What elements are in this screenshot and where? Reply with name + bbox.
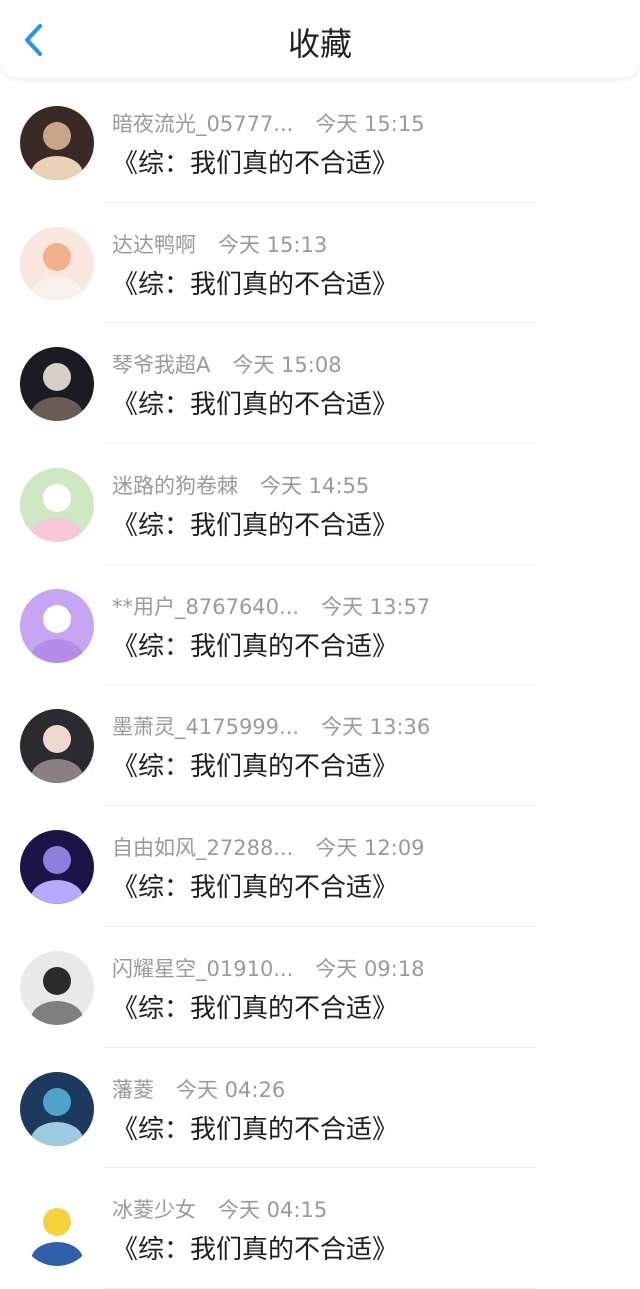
- item-meta: 藩菱 今天 04:26: [112, 1076, 285, 1104]
- book-title[interactable]: 《综：我们真的不合适》: [112, 1232, 398, 1268]
- list-item[interactable]: 琴爷我超A 今天 15:08 《综：我们真的不合适》: [0, 323, 640, 445]
- timestamp: 今天 04:26: [176, 1077, 286, 1102]
- timestamp: 今天 15:13: [218, 232, 328, 257]
- timestamp: 今天 13:57: [321, 594, 431, 619]
- book-title[interactable]: 《综：我们真的不合适》: [112, 991, 398, 1027]
- avatar[interactable]: [20, 588, 94, 663]
- username[interactable]: 琴爷我超A: [112, 353, 210, 377]
- book-title[interactable]: 《综：我们真的不合适》: [112, 387, 398, 423]
- avatar[interactable]: [20, 468, 94, 543]
- timestamp: 今天 15:08: [232, 353, 342, 378]
- username[interactable]: 闪耀星空_01910...: [112, 957, 293, 981]
- list-item[interactable]: 墨萧灵_4175999... 今天 13:36 《综：我们真的不合适》: [0, 685, 640, 807]
- list-item[interactable]: 闪耀星空_01910... 今天 09:18 《综：我们真的不合适》: [0, 927, 640, 1048]
- avatar[interactable]: [20, 830, 94, 905]
- list-item[interactable]: 自由如风_27288... 今天 12:09 《综：我们真的不合适》: [0, 806, 640, 927]
- timestamp: 今天 13:36: [321, 715, 431, 740]
- item-meta: 琴爷我超A 今天 15:08: [112, 351, 342, 379]
- avatar[interactable]: [20, 226, 94, 301]
- list-item[interactable]: **用户_8767640... 今天 13:57 《综：我们真的不合适》: [0, 565, 640, 686]
- timestamp: 今天 15:15: [315, 112, 425, 136]
- username[interactable]: 迷路的狗卷棘: [112, 474, 238, 498]
- list-item[interactable]: 达达鸭啊 今天 15:13 《综：我们真的不合适》: [0, 203, 640, 324]
- item-meta: 墨萧灵_4175999... 今天 13:36: [112, 713, 430, 741]
- item-meta: **用户_8767640... 今天 13:57: [112, 593, 430, 621]
- timestamp: 今天 09:18: [315, 956, 425, 981]
- username[interactable]: **用户_8767640...: [112, 595, 299, 619]
- avatar[interactable]: [20, 1071, 94, 1146]
- page-title: 收藏: [287, 25, 352, 63]
- favorites-list: 暗夜流光_05777... 今天 15:15 《综：我们真的不合适》 达达鸭啊 今天 1…: [0, 82, 640, 1289]
- item-meta: 闪耀星空_01910... 今天 09:18: [112, 955, 425, 983]
- timestamp: 今天 14:55: [260, 474, 370, 499]
- book-title[interactable]: 《综：我们真的不合适》: [112, 1112, 398, 1148]
- item-meta: 达达鸭啊 今天 15:13: [112, 231, 327, 259]
- list-item[interactable]: 暗夜流光_05777... 今天 15:15 《综：我们真的不合适》: [0, 82, 640, 203]
- book-title[interactable]: 《综：我们真的不合适》: [112, 267, 398, 303]
- book-title[interactable]: 《综：我们真的不合适》: [112, 508, 398, 544]
- username[interactable]: 自由如风_27288...: [112, 836, 293, 860]
- list-item[interactable]: 迷路的狗卷棘 今天 14:55 《综：我们真的不合适》: [0, 444, 640, 565]
- avatar[interactable]: [20, 950, 94, 1025]
- item-meta: 自由如风_27288... 今天 12:09: [112, 834, 425, 862]
- list-item[interactable]: 藩菱 今天 04:26 《综：我们真的不合适》: [0, 1048, 640, 1169]
- item-meta: 冰菱少女 今天 04:15: [112, 1196, 327, 1224]
- username[interactable]: 暗夜流光_05777...: [112, 112, 293, 136]
- item-meta: 暗夜流光_05777... 今天 15:15: [112, 110, 425, 138]
- item-meta: 迷路的狗卷棘 今天 14:55: [112, 472, 369, 500]
- username[interactable]: 墨萧灵_4175999...: [112, 715, 299, 739]
- book-title[interactable]: 《综：我们真的不合适》: [112, 749, 398, 785]
- book-title[interactable]: 《综：我们真的不合适》: [112, 146, 398, 182]
- avatar[interactable]: [20, 347, 94, 422]
- book-title[interactable]: 《综：我们真的不合适》: [112, 870, 398, 906]
- username[interactable]: 冰菱少女: [112, 1198, 196, 1222]
- username[interactable]: 藩菱: [112, 1078, 154, 1102]
- timestamp: 今天 04:15: [218, 1198, 328, 1223]
- timestamp: 今天 12:09: [315, 836, 425, 861]
- book-title[interactable]: 《综：我们真的不合适》: [112, 629, 398, 665]
- avatar[interactable]: [20, 1192, 94, 1267]
- username[interactable]: 达达鸭啊: [112, 233, 196, 257]
- top-bar: 收藏: [0, 0, 640, 78]
- list-item[interactable]: 冰菱少女 今天 04:15 《综：我们真的不合适》: [0, 1168, 640, 1289]
- avatar[interactable]: [20, 709, 94, 784]
- avatar[interactable]: [20, 106, 94, 180]
